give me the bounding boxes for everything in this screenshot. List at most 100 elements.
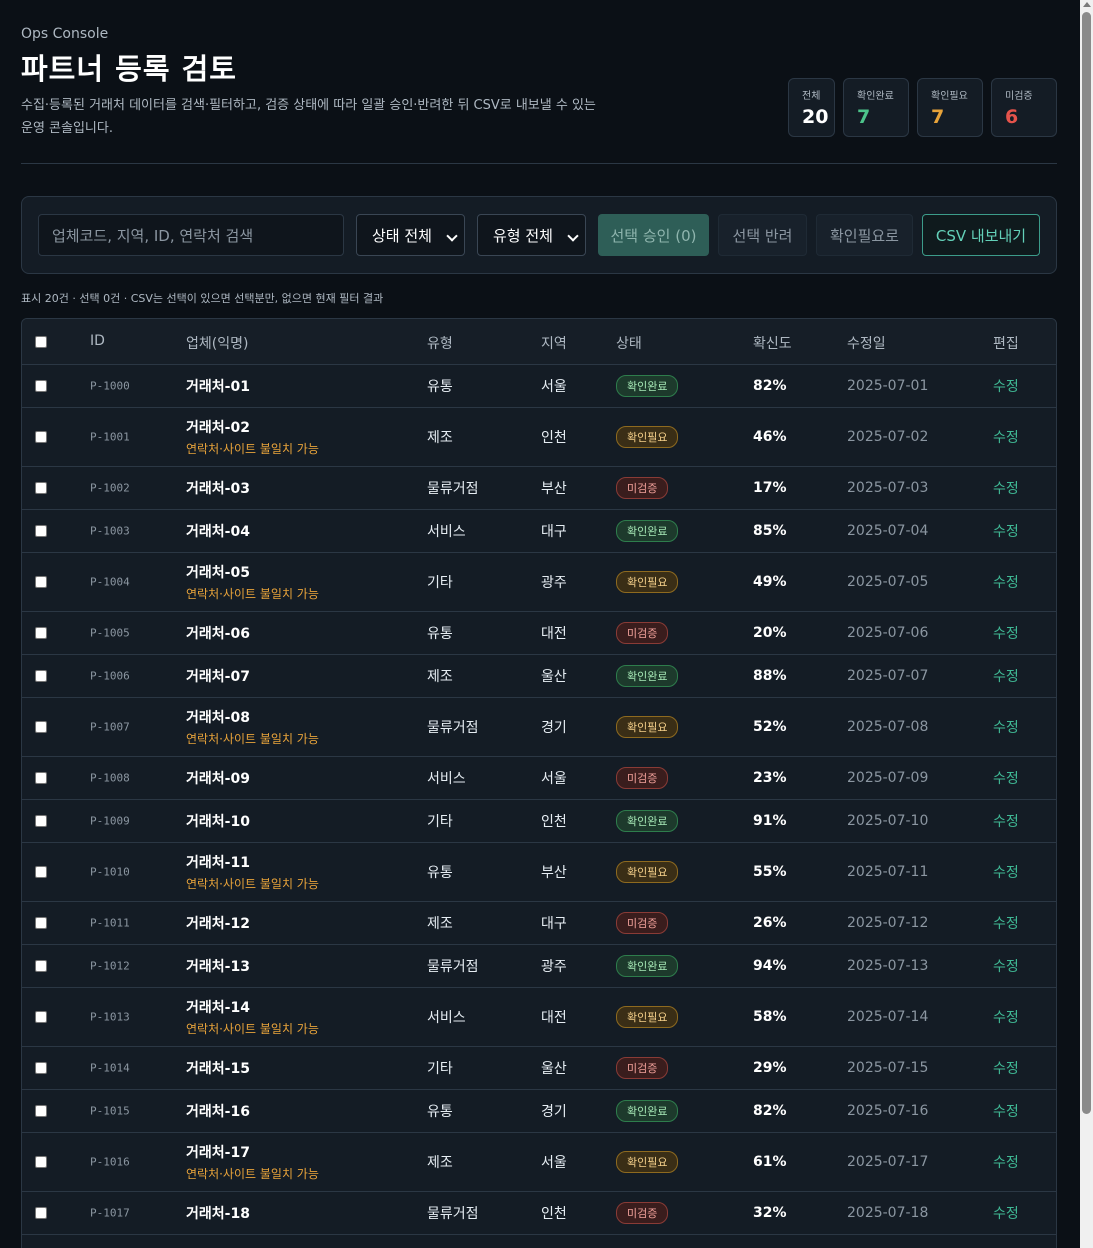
row-checkbox[interactable] xyxy=(35,772,47,784)
row-checkbox[interactable] xyxy=(35,866,47,878)
reject-selected-button[interactable]: 선택 반려 xyxy=(718,214,807,256)
edit-link[interactable]: 수정 xyxy=(993,811,1019,831)
row-confidence: 49% xyxy=(753,574,787,590)
row-status: 확인완료 xyxy=(616,810,679,832)
table-row[interactable]: P-1009 거래처-10 기타 인천 확인완료 91% 2025-07-10 수정 xyxy=(22,800,1056,843)
status-badge: 확인필요 xyxy=(616,716,679,738)
table-row[interactable]: P-1007 거래처-08 연락처·사이트 불일치 가능 물류거점 경기 확인필요 52% 2… xyxy=(22,698,1056,757)
table-row[interactable]: P-1010 거래처-11 연락처·사이트 불일치 가능 유통 부산 확인필요 55% 202… xyxy=(22,843,1056,902)
row-updated-date: 2025-07-16 xyxy=(847,1103,929,1119)
row-confidence: 23% xyxy=(753,770,787,786)
edit-link[interactable]: 수정 xyxy=(993,572,1019,592)
status-filter-select[interactable]: 상태 전체 xyxy=(356,214,465,256)
table-row[interactable]: P-1014 거래처-15 기타 울산 미검증 29% 2025-07-15 수정 xyxy=(22,1047,1056,1090)
row-updated-date: 2025-07-15 xyxy=(847,1060,929,1076)
partner-name: 거래처-11 xyxy=(186,855,250,871)
edit-link[interactable]: 수정 xyxy=(993,913,1019,933)
row-type: 제조 xyxy=(427,430,453,446)
row-checkbox[interactable] xyxy=(35,525,47,537)
mark-needs-check-button[interactable]: 확인필요로 xyxy=(816,214,913,256)
edit-link[interactable]: 수정 xyxy=(993,666,1019,686)
select-all-checkbox[interactable] xyxy=(35,335,47,348)
type-filter-select[interactable]: 유형 전체 xyxy=(477,214,586,256)
mismatch-warning: 연락처·사이트 불일치 가능 xyxy=(186,877,319,891)
edit-link[interactable]: 수정 xyxy=(993,1101,1019,1121)
row-checkbox[interactable] xyxy=(35,1105,47,1117)
row-checkbox[interactable] xyxy=(35,627,47,639)
table-row[interactable]: P-1015 거래처-16 유통 경기 확인완료 82% 2025-07-16 수정 xyxy=(22,1090,1056,1133)
type-filter-value: 유형 전체 xyxy=(493,226,553,245)
mismatch-warning: 연락처·사이트 불일치 가능 xyxy=(186,442,319,456)
table-row[interactable]: P-1006 거래처-07 제조 울산 확인완료 88% 2025-07-07 수정 xyxy=(22,655,1056,698)
table-row[interactable]: P-1005 거래처-06 유통 대전 미검증 20% 2025-07-06 수정 xyxy=(22,612,1056,655)
edit-link[interactable]: 수정 xyxy=(993,521,1019,541)
table-body: P-1000 거래처-01 유통 서울 확인완료 82% 2025-07-01 수정 P-100… xyxy=(22,365,1056,1235)
row-checkbox[interactable] xyxy=(35,960,47,972)
row-checkbox[interactable] xyxy=(35,576,47,588)
row-status: 미검증 xyxy=(616,622,669,644)
row-checkbox[interactable] xyxy=(35,380,47,392)
row-checkbox[interactable] xyxy=(35,1062,47,1074)
edit-link[interactable]: 수정 xyxy=(993,717,1019,737)
edit-link[interactable]: 수정 xyxy=(993,427,1019,447)
page-scrollbar[interactable] xyxy=(1080,0,1093,1248)
edit-link[interactable]: 수정 xyxy=(993,956,1019,976)
edit-link[interactable]: 수정 xyxy=(993,1152,1019,1172)
row-checkbox[interactable] xyxy=(35,815,47,827)
edit-link[interactable]: 수정 xyxy=(993,478,1019,498)
search-input[interactable]: 업체코드, 지역, ID, 연락처 검색 xyxy=(38,214,344,256)
table-row[interactable]: P-1012 거래처-13 물류거점 광주 확인완료 94% 2025-07-13 수정 xyxy=(22,945,1056,988)
row-status: 미검증 xyxy=(616,767,669,789)
row-partner: 거래처-05 연락처·사이트 불일치 가능 xyxy=(186,562,319,602)
approve-selected-button[interactable]: 선택 승인 (0) xyxy=(598,214,709,256)
row-updated-date: 2025-07-10 xyxy=(847,813,929,829)
status-badge: 확인완료 xyxy=(616,665,679,687)
row-checkbox[interactable] xyxy=(35,1207,47,1219)
csv-export-button[interactable]: CSV 내보내기 xyxy=(922,214,1040,256)
table-row[interactable]: P-1008 거래처-09 서비스 서울 미검증 23% 2025-07-09 수정 xyxy=(22,757,1056,800)
edit-link[interactable]: 수정 xyxy=(993,376,1019,396)
row-confidence: 94% xyxy=(753,958,787,974)
edit-link[interactable]: 수정 xyxy=(993,768,1019,788)
row-checkbox[interactable] xyxy=(35,917,47,929)
row-region: 대전 xyxy=(541,626,567,642)
edit-link[interactable]: 수정 xyxy=(993,1058,1019,1078)
table-row[interactable]: P-1017 거래처-18 물류거점 인천 미검증 32% 2025-07-18 수정 xyxy=(22,1192,1056,1235)
row-confidence: 32% xyxy=(753,1205,787,1221)
row-partner: 거래처-17 연락처·사이트 불일치 가능 xyxy=(186,1142,319,1182)
row-checkbox[interactable] xyxy=(35,670,47,682)
partner-name: 거래처-02 xyxy=(186,420,250,436)
table-row[interactable]: P-1011 거래처-12 제조 대구 미검증 26% 2025-07-12 수정 xyxy=(22,902,1056,945)
row-partner: 거래처-14 연락처·사이트 불일치 가능 xyxy=(186,997,319,1037)
table-row[interactable]: P-1004 거래처-05 연락처·사이트 불일치 가능 기타 광주 확인필요 49% 202… xyxy=(22,553,1056,612)
row-status: 확인완료 xyxy=(616,955,679,977)
edit-link[interactable]: 수정 xyxy=(993,1007,1019,1027)
scrollbar-thumb[interactable] xyxy=(1082,12,1091,1114)
row-confidence: 46% xyxy=(753,429,787,445)
row-checkbox[interactable] xyxy=(35,1156,47,1168)
stat-label: 확인필요 xyxy=(931,91,968,102)
table-row[interactable]: P-1000 거래처-01 유통 서울 확인완료 82% 2025-07-01 수정 xyxy=(22,365,1056,408)
table-row[interactable]: P-1001 거래처-02 연락처·사이트 불일치 가능 제조 인천 확인필요 46% 202… xyxy=(22,408,1056,467)
row-checkbox[interactable] xyxy=(35,1011,47,1023)
row-updated-date: 2025-07-01 xyxy=(847,378,929,394)
row-region: 인천 xyxy=(541,814,567,830)
status-badge: 확인필요 xyxy=(616,571,679,593)
row-checkbox[interactable] xyxy=(35,482,47,494)
status-badge: 확인완료 xyxy=(616,810,679,832)
row-status: 확인완료 xyxy=(616,1100,679,1122)
row-region: 경기 xyxy=(541,1104,567,1120)
scroll-up-arrow-icon[interactable] xyxy=(1083,2,1091,7)
row-checkbox[interactable] xyxy=(35,431,47,443)
partner-name: 거래처-01 xyxy=(186,379,250,395)
row-id: P-1003 xyxy=(90,524,130,538)
edit-link[interactable]: 수정 xyxy=(993,623,1019,643)
row-checkbox[interactable] xyxy=(35,721,47,733)
table-row[interactable]: P-1002 거래처-03 물류거점 부산 미검증 17% 2025-07-03 수정 xyxy=(22,467,1056,510)
edit-link[interactable]: 수정 xyxy=(993,1203,1019,1223)
table-row[interactable]: P-1013 거래처-14 연락처·사이트 불일치 가능 서비스 대전 확인필요 58% 20… xyxy=(22,988,1056,1047)
table-row[interactable]: P-1003 거래처-04 서비스 대구 확인완료 85% 2025-07-04 수정 xyxy=(22,510,1056,553)
table-row[interactable]: P-1016 거래처-17 연락처·사이트 불일치 가능 제조 서울 확인필요 61% 202… xyxy=(22,1133,1056,1192)
stat-needs-check: 확인필요 7 xyxy=(917,78,983,137)
edit-link[interactable]: 수정 xyxy=(993,862,1019,882)
